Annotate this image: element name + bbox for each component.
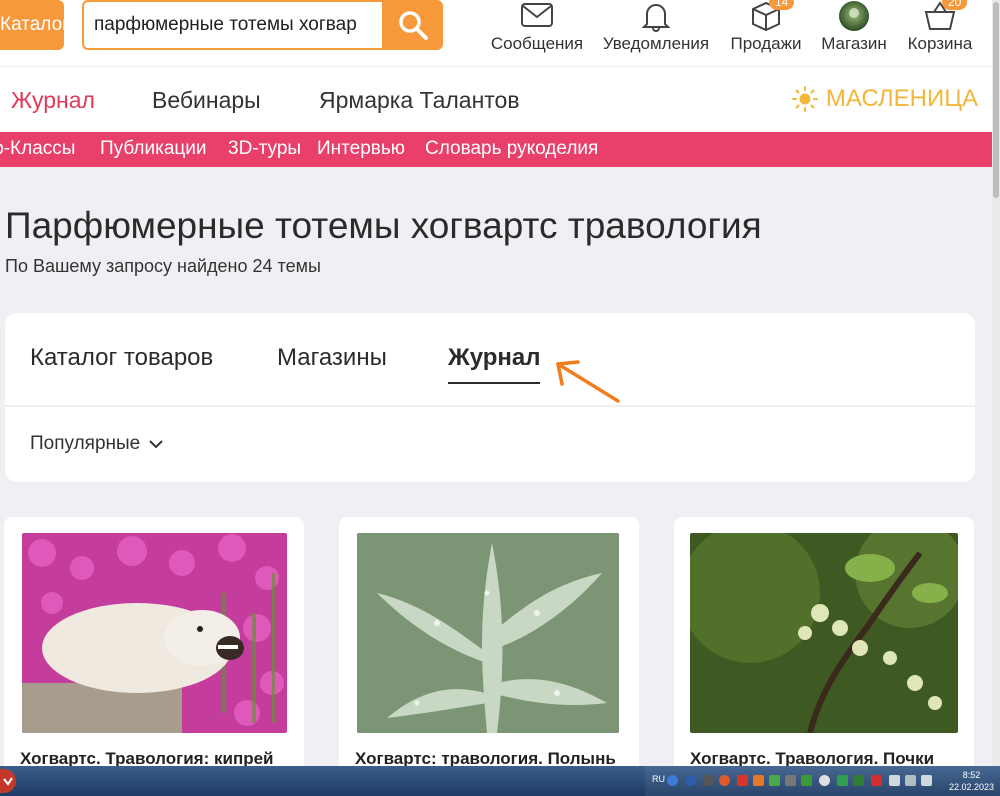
subnav-glossary[interactable]: Словарь рукоделия xyxy=(425,138,598,160)
nav-sales[interactable]: 14 Продажи xyxy=(727,0,805,56)
cart-badge: 20 xyxy=(942,0,968,10)
subnav-interviews[interactable]: Интервью xyxy=(317,138,405,160)
nav-cart-label: Корзина xyxy=(907,34,973,53)
subnav-3d-tours[interactable]: 3D-туры xyxy=(228,138,301,160)
card-image xyxy=(690,533,958,733)
language-indicator[interactable]: RU xyxy=(652,774,665,784)
subnav-master-classes[interactable]: Мастер-Классы xyxy=(0,138,75,160)
search-box xyxy=(82,0,382,50)
page-title: Парфюмерные тотемы хогвартс травология xyxy=(5,205,762,246)
sales-badge: 14 xyxy=(769,0,795,10)
bell-icon xyxy=(600,0,712,32)
envelope-icon xyxy=(489,0,585,32)
tab-shops[interactable]: Магазины xyxy=(277,344,387,372)
nav-shop[interactable]: Магазин xyxy=(818,0,890,56)
help-icon[interactable] xyxy=(667,775,678,786)
mainnav-talent-fair[interactable]: Ярмарка Талантов xyxy=(319,87,520,114)
subnav-publications[interactable]: Публикации xyxy=(100,138,207,160)
volume-icon[interactable] xyxy=(921,775,932,786)
article-card[interactable]: Хогвартс. Травология: кипрей xyxy=(4,517,304,777)
article-card[interactable]: Хогвартс: травология. Полынь xyxy=(339,517,639,777)
promo-label: МАСЛЕНИЦА xyxy=(825,85,978,112)
divider xyxy=(5,405,975,407)
tray-app-icon[interactable] xyxy=(703,775,714,786)
mainnav-journal[interactable]: Журнал xyxy=(11,87,95,114)
nav-messages[interactable]: Сообщения xyxy=(489,0,585,56)
tray-app-icon[interactable] xyxy=(785,775,796,786)
card-image xyxy=(357,533,619,733)
avatar xyxy=(818,0,890,32)
clock-date: 22.02.2023 xyxy=(948,782,994,792)
tab-catalog[interactable]: Каталог товаров xyxy=(30,344,213,372)
battery-icon[interactable] xyxy=(905,775,916,786)
globe-icon[interactable] xyxy=(685,775,696,786)
article-card[interactable]: Хогвартс. Травология. Почки xyxy=(674,517,974,777)
tab-journal[interactable]: Журнал xyxy=(448,344,541,384)
search-icon xyxy=(398,11,428,40)
sub-nav: Мастер-Классы Публикации 3D-туры Интервь… xyxy=(0,132,992,167)
box-icon: 14 xyxy=(727,0,805,32)
tray-app-icon[interactable] xyxy=(769,775,780,786)
result-count: По Вашему запросу найдено 24 темы xyxy=(5,256,321,276)
sort-dropdown[interactable]: Популярные xyxy=(30,433,164,455)
tray-app-icon[interactable] xyxy=(853,775,864,786)
nav-shop-label: Магазин xyxy=(821,34,887,53)
main-nav: Журнал Вебинары Ярмарка Талантов МАСЛЕНИ… xyxy=(0,66,992,132)
scrollbar-thumb[interactable] xyxy=(993,2,999,198)
top-header: Каталог Сообщения Уведомления 14 Продажи… xyxy=(0,0,992,66)
nav-messages-label: Сообщения xyxy=(490,34,584,53)
mainnav-webinars[interactable]: Вебинары xyxy=(152,87,261,114)
tray-app-icon[interactable] xyxy=(753,775,764,786)
os-taskbar: RU 8:52 22.02.2023 xyxy=(0,766,1000,796)
tray-app-icon[interactable] xyxy=(871,775,882,786)
yandex-icon[interactable] xyxy=(719,775,730,786)
tray-app-icon[interactable] xyxy=(737,775,748,786)
search-input[interactable] xyxy=(84,2,382,48)
tray-app-icon[interactable] xyxy=(801,775,812,786)
nav-notifications-label: Уведомления xyxy=(602,34,710,53)
annotation-arrow-icon xyxy=(556,360,620,403)
promo-link[interactable]: МАСЛЕНИЦА xyxy=(791,85,978,113)
nav-notifications[interactable]: Уведомления xyxy=(600,0,712,56)
system-clock[interactable]: 8:52 22.02.2023 xyxy=(949,769,994,793)
card-image xyxy=(22,533,287,733)
basket-icon: 20 xyxy=(904,0,976,32)
chevron-down-icon xyxy=(149,440,163,449)
tray-app-icon[interactable] xyxy=(819,775,830,786)
network-icon[interactable] xyxy=(889,775,900,786)
nav-cart[interactable]: 20 Корзина xyxy=(904,0,976,56)
catalog-button[interactable]: Каталог xyxy=(0,0,64,50)
nav-sales-label: Продажи xyxy=(730,34,802,53)
clock-time: 8:52 xyxy=(962,770,981,780)
system-tray: RU 8:52 22.02.2023 xyxy=(645,766,1000,796)
app-logo-icon[interactable] xyxy=(0,769,16,793)
search-button[interactable] xyxy=(382,0,443,50)
sun-icon xyxy=(791,86,818,112)
tray-app-icon[interactable] xyxy=(837,775,848,786)
sort-label: Популярные xyxy=(30,433,141,454)
tabs-panel: Каталог товаров Магазины Журнал Популярн… xyxy=(5,313,975,482)
